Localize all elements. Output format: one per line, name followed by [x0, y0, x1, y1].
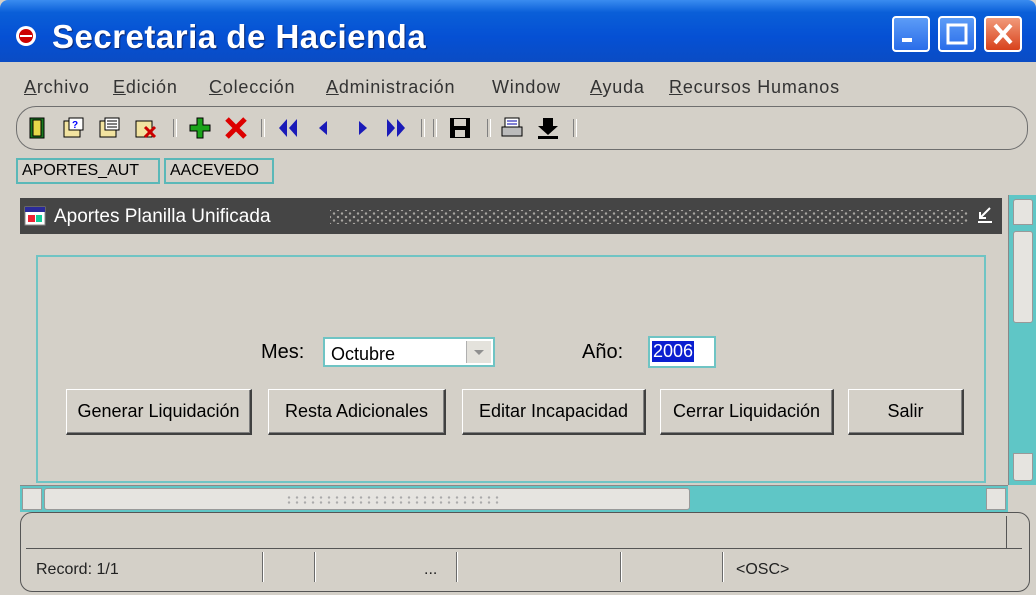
window-title: Secretaria de Hacienda: [52, 18, 427, 55]
menu-coleccion[interactable]: Colección: [209, 77, 295, 98]
editar-incapacidad-button[interactable]: Editar Incapacidad: [462, 389, 646, 435]
status-divider-vertical: [1006, 516, 1007, 548]
previous-record-icon[interactable]: [311, 115, 337, 141]
horizontal-scrollbar[interactable]: [20, 485, 1008, 512]
minimize-icon: [902, 38, 912, 42]
menu-ayuda[interactable]: Ayuda: [590, 77, 645, 98]
query-execute-icon[interactable]: [97, 115, 123, 141]
record-indicator: Record: 1/1: [36, 561, 119, 578]
scroll-up-button[interactable]: [1013, 199, 1033, 225]
close-icon: [993, 23, 1013, 45]
next-record-icon[interactable]: [349, 115, 375, 141]
chevron-down-icon[interactable]: [466, 341, 491, 363]
mes-label: Mes:: [261, 341, 305, 363]
close-button[interactable]: [984, 16, 1022, 52]
status-ellipsis: ...: [424, 561, 438, 578]
menu-administracion[interactable]: Administración: [326, 77, 455, 98]
save-icon[interactable]: [447, 115, 473, 141]
form-window-icon: [24, 206, 46, 226]
form-name-field: APORTES_AUT: [16, 158, 160, 184]
horizontal-scroll-thumb[interactable]: [44, 488, 690, 510]
restore-window-icon[interactable]: [974, 204, 996, 226]
menu-recursos-humanos[interactable]: Recursos Humanos: [669, 77, 840, 98]
toolbar: ?: [16, 106, 1028, 150]
menu-archivo[interactable]: Archivo: [24, 77, 90, 98]
mode-indicator: <OSC>: [736, 561, 790, 578]
print-icon[interactable]: [499, 115, 525, 141]
resta-adicionales-button[interactable]: Resta Adicionales: [268, 389, 446, 435]
insert-record-icon[interactable]: [187, 115, 213, 141]
salir-button[interactable]: Salir: [848, 389, 964, 435]
user-field: AACEVEDO: [164, 158, 274, 184]
maximize-button[interactable]: [938, 16, 976, 52]
status-divider: [26, 548, 1022, 549]
anio-label: Año:: [582, 341, 624, 363]
query-cancel-icon[interactable]: [133, 115, 159, 141]
download-icon[interactable]: [535, 115, 561, 141]
last-record-icon[interactable]: [383, 115, 409, 141]
scroll-down-button[interactable]: [1013, 453, 1033, 481]
exit-door-icon[interactable]: [25, 115, 51, 141]
menu-bar: Archivo Edición Colección Administración…: [0, 62, 1036, 102]
minimize-button[interactable]: [892, 16, 930, 52]
first-record-icon[interactable]: [275, 115, 301, 141]
vertical-scroll-thumb[interactable]: [1013, 231, 1033, 323]
menu-edicion[interactable]: Edición: [113, 77, 178, 98]
cerrar-liquidacion-button[interactable]: Cerrar Liquidación: [660, 389, 834, 435]
mes-selected-value: Octubre: [331, 344, 396, 364]
svg-text:?: ?: [72, 120, 78, 131]
delete-record-icon[interactable]: [223, 115, 249, 141]
title-grip-pattern: [330, 210, 968, 224]
inner-window-title: Aportes Planilla Unificada: [54, 206, 271, 227]
menu-window[interactable]: Window: [492, 77, 561, 98]
generar-liquidacion-button[interactable]: Generar Liquidación: [66, 389, 252, 435]
form-panel: [36, 255, 986, 483]
anio-input[interactable]: 2006: [648, 336, 716, 368]
app-icon: [16, 26, 36, 46]
scroll-left-button[interactable]: [22, 488, 42, 510]
mes-select[interactable]: Octubre: [323, 337, 495, 367]
anio-value: 2006: [652, 341, 695, 362]
vertical-scrollbar[interactable]: [1008, 195, 1036, 485]
maximize-icon: [946, 23, 968, 45]
scroll-right-button[interactable]: [986, 488, 1006, 510]
status-area: [20, 512, 1030, 592]
query-icon[interactable]: ?: [61, 115, 87, 141]
